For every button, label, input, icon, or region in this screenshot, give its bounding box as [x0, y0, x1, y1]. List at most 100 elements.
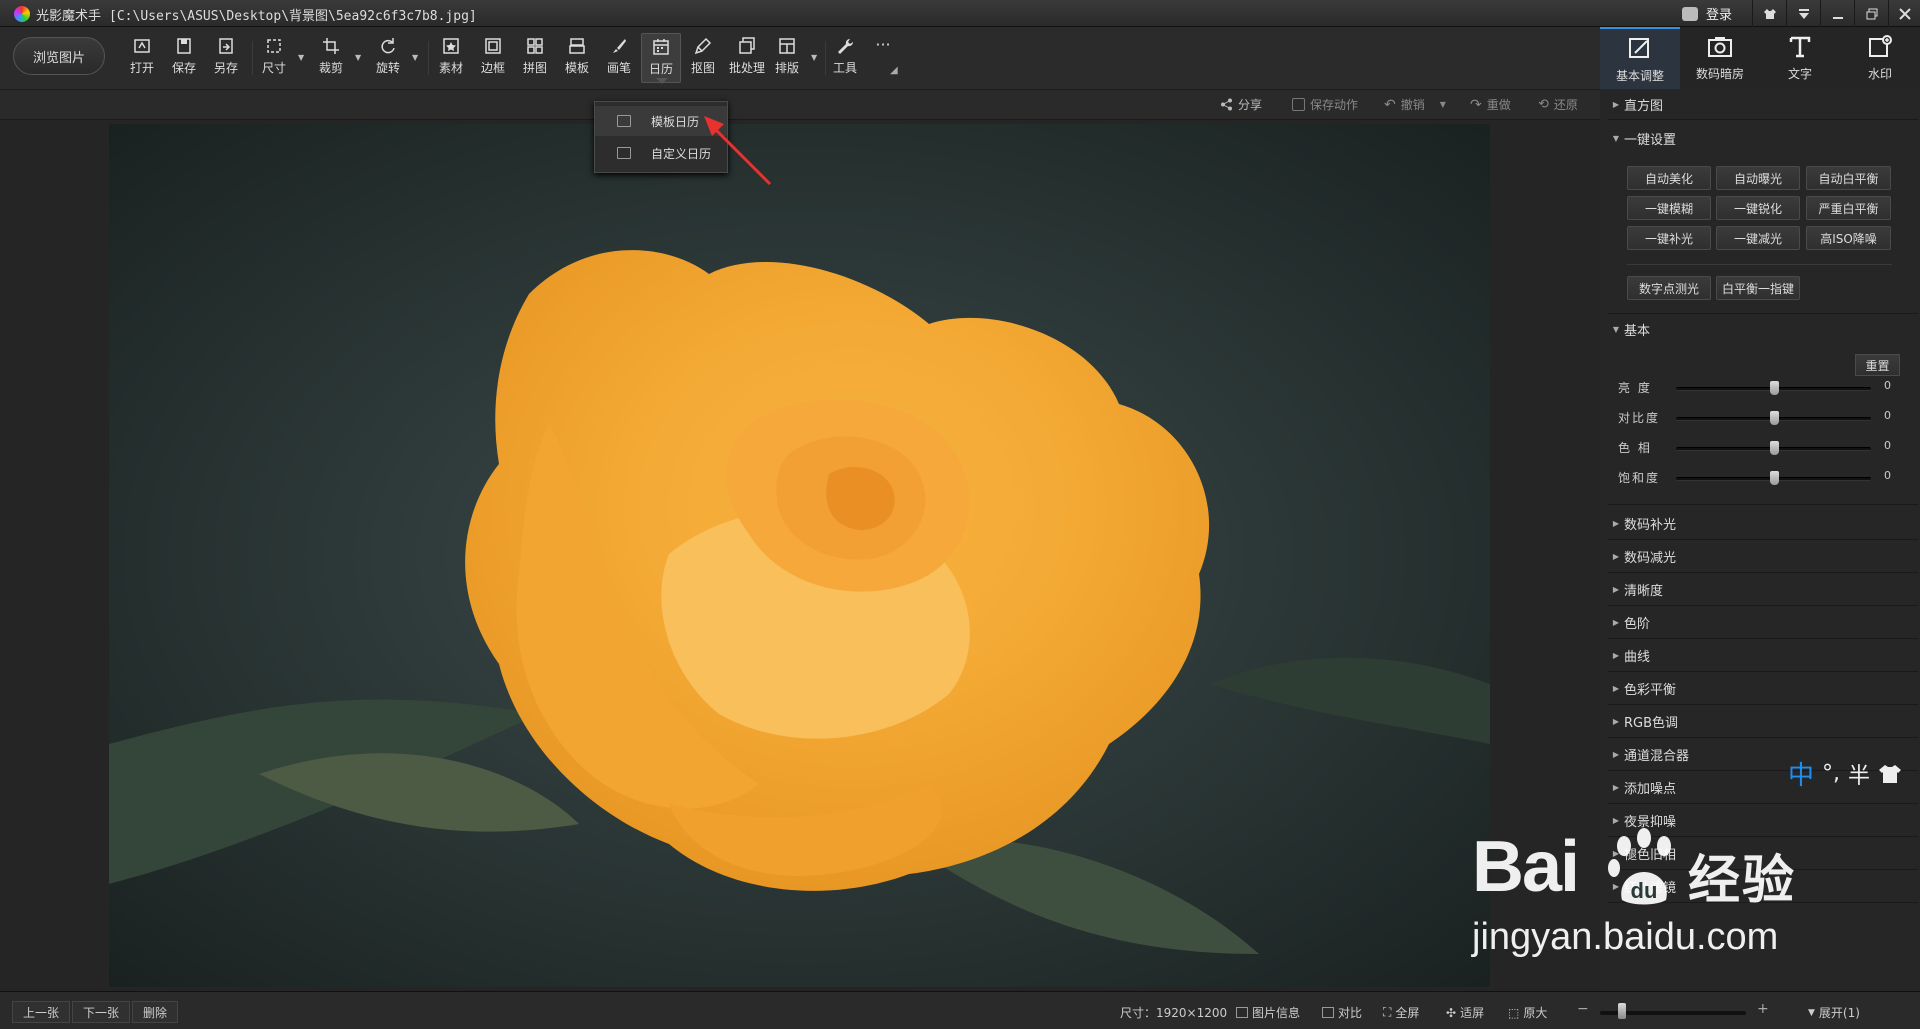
high-iso-denoise-button[interactable]: 高ISO降噪 — [1806, 226, 1891, 250]
close-button[interactable] — [1888, 0, 1920, 27]
redo-label: 重做 — [1486, 98, 1511, 112]
undo-button[interactable]: ↶ 撤销 ▼ — [1384, 96, 1446, 113]
ime-punctuation: °, — [1822, 761, 1841, 786]
slider-thumb[interactable] — [1769, 471, 1779, 485]
save-as-button[interactable]: 另存 — [206, 33, 246, 83]
template-button[interactable]: 模板 — [557, 33, 597, 83]
saturation-label: 饱和度 — [1618, 471, 1661, 485]
restore-button[interactable] — [1854, 0, 1888, 27]
section-row[interactable]: ▶ RGB色调 — [1608, 705, 1918, 738]
one-click-sharpen-button[interactable]: 一键锐化 — [1716, 196, 1800, 220]
one-click-blur-button[interactable]: 一键模糊 — [1627, 196, 1711, 220]
menu-button[interactable] — [1786, 0, 1820, 27]
undo-dropdown-icon[interactable]: ▼ — [1440, 100, 1446, 109]
fullscreen-button[interactable]: ⛶ 全屏 — [1383, 1004, 1419, 1021]
cutout-button[interactable]: 抠图 — [683, 33, 723, 83]
minimize-button[interactable] — [1820, 0, 1854, 27]
section-row[interactable]: ▶ 数码补光 — [1608, 507, 1918, 540]
login-button[interactable]: 登录 — [1678, 0, 1760, 27]
section-basic[interactable]: ▼ 基本 — [1608, 314, 1918, 344]
compare-button[interactable]: 对比 — [1322, 1004, 1362, 1021]
redo-icon: ↷ — [1470, 96, 1482, 113]
save-as-label: 另存 — [213, 61, 238, 75]
layout-button[interactable]: 排版 — [767, 33, 807, 83]
photo-yellow-rose[interactable] — [109, 124, 1490, 987]
tab-digital-darkroom[interactable]: 数码暗房 — [1680, 27, 1760, 89]
ime-status[interactable]: 中 °, 半 — [1788, 755, 1902, 792]
fit-screen-label: 适屏 — [1460, 1006, 1485, 1020]
fit-screen-button[interactable]: ✣ 适屏 — [1446, 1004, 1484, 1021]
section-row[interactable]: ▶ 色阶 — [1608, 606, 1918, 639]
material-button[interactable]: 素材 — [431, 33, 471, 83]
redo-button[interactable]: ↷ 重做 — [1470, 96, 1511, 113]
border-button[interactable]: 边框 — [473, 33, 513, 83]
toolbar-expand-icon[interactable]: ◢ — [890, 65, 898, 76]
zoom-thumb[interactable] — [1617, 1003, 1626, 1019]
browse-images-button[interactable]: 浏览图片 — [13, 37, 105, 75]
save-icon — [177, 38, 191, 54]
reset-button[interactable]: 重置 — [1855, 354, 1900, 376]
spot-metering-button[interactable]: 数字点测光 — [1627, 276, 1711, 300]
saturation-slider[interactable]: 饱和度 0 — [1618, 467, 1918, 487]
compare-label: 对比 — [1338, 1006, 1363, 1020]
layout-dropdown-icon[interactable]: ▼ — [811, 53, 817, 62]
tab-watermark[interactable]: 水印 — [1840, 27, 1920, 89]
slider-thumb[interactable] — [1769, 441, 1779, 455]
open-button[interactable]: 打开 — [122, 33, 162, 83]
expand-filmstrip-button[interactable]: ▼ 展开(1) — [1808, 1004, 1860, 1021]
image-info-button[interactable]: 图片信息 — [1236, 1004, 1300, 1021]
section-label: 添加噪点 — [1624, 781, 1677, 797]
one-click-reduce-light-button[interactable]: 一键减光 — [1716, 226, 1800, 250]
auto-beautify-button[interactable]: 自动美化 — [1627, 166, 1711, 190]
resize-dropdown-icon[interactable]: ▼ — [298, 53, 304, 62]
delete-button[interactable]: 删除 — [132, 1001, 179, 1023]
section-row[interactable]: ▶ 清晰度 — [1608, 573, 1918, 606]
brightness-slider[interactable]: 亮 度 0 — [1618, 377, 1918, 397]
brush-button[interactable]: 画笔 — [599, 33, 639, 83]
resize-button[interactable]: 尺寸 — [254, 33, 294, 83]
zoom-out-icon[interactable]: − — [1577, 1001, 1589, 1017]
section-row[interactable]: ▶ 数码减光 — [1608, 540, 1918, 573]
section-row[interactable]: ▶ 曲线 — [1608, 639, 1918, 672]
section-row[interactable]: ▶ 色彩平衡 — [1608, 672, 1918, 705]
hue-slider[interactable]: 色 相 0 — [1618, 437, 1918, 457]
save-action-button[interactable]: 保存动作 — [1292, 96, 1358, 113]
auto-exposure-button[interactable]: 自动曝光 — [1716, 166, 1800, 190]
restore-original-button[interactable]: ⟲ 还原 — [1538, 96, 1578, 113]
tools-button[interactable]: 工具 — [825, 33, 865, 83]
calendar-button[interactable]: 日历 — [641, 33, 681, 84]
tab-basic-adjust[interactable]: 基本调整 — [1600, 27, 1680, 89]
fit-screen-icon: ✣ — [1446, 1005, 1457, 1020]
tab-watermark-label: 水印 — [1867, 67, 1892, 81]
strict-white-balance-button[interactable]: 严重白平衡 — [1806, 196, 1891, 220]
crop-dropdown-icon[interactable]: ▼ — [355, 53, 361, 62]
login-label: 登录 — [1706, 8, 1733, 23]
one-touch-white-balance-button[interactable]: 白平衡一指键 — [1716, 276, 1800, 300]
section-histogram[interactable]: ▶ 直方图 — [1608, 90, 1918, 120]
save-button[interactable]: 保存 — [164, 33, 204, 83]
prev-image-button[interactable]: 上一张 — [12, 1001, 71, 1023]
user-face-icon — [1682, 6, 1698, 21]
zoom-in-icon[interactable]: + — [1757, 1001, 1769, 1017]
batch-button[interactable]: 批处理 — [725, 33, 769, 83]
contrast-slider[interactable]: 对比度 0 — [1618, 407, 1918, 427]
rotate-dropdown-icon[interactable]: ▼ — [412, 53, 418, 62]
share-button[interactable]: 分享 — [1220, 96, 1262, 113]
section-one-click[interactable]: ▼ 一键设置 — [1608, 123, 1918, 153]
collage-button[interactable]: 拼图 — [515, 33, 555, 83]
cutout-label: 抠图 — [690, 61, 715, 75]
info-icon — [1236, 1007, 1248, 1018]
next-image-button[interactable]: 下一张 — [72, 1001, 131, 1023]
slider-thumb[interactable] — [1769, 411, 1779, 425]
watermark-url: jingyan.baidu.com — [1472, 916, 1779, 958]
rotate-button[interactable]: 旋转 — [368, 33, 408, 83]
one-click-fill-light-button[interactable]: 一键补光 — [1627, 226, 1711, 250]
fullscreen-icon: ⛶ — [1383, 1005, 1392, 1019]
section-label: RGB色调 — [1624, 715, 1679, 731]
crop-button[interactable]: 裁剪 — [311, 33, 351, 83]
auto-white-balance-button[interactable]: 自动白平衡 — [1806, 166, 1891, 190]
original-size-button[interactable]: ⬚ 原大 — [1508, 1004, 1547, 1021]
slider-thumb[interactable] — [1769, 381, 1779, 395]
tab-text[interactable]: 文字 — [1760, 27, 1840, 89]
skin-button[interactable] — [1752, 0, 1786, 27]
